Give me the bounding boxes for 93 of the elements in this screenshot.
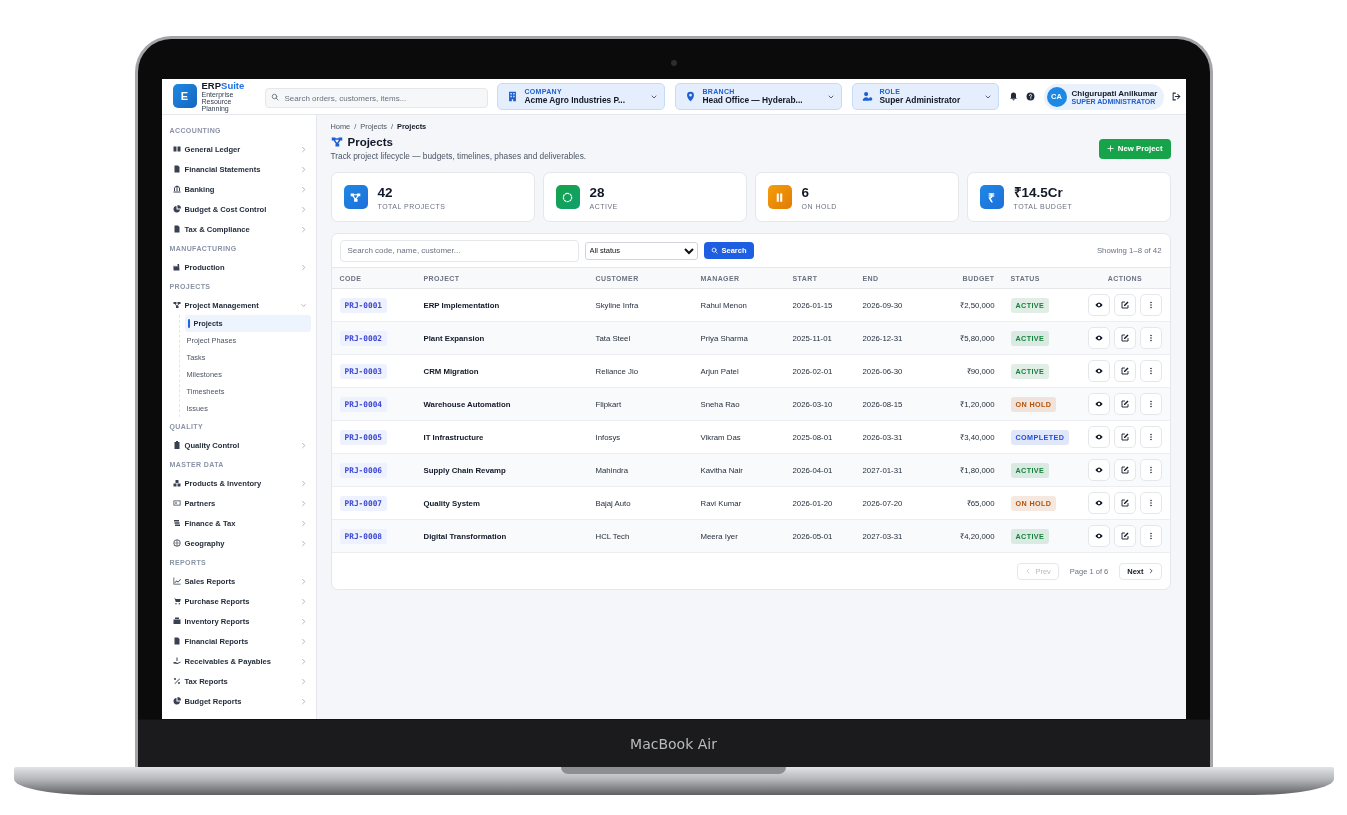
selector-value: Head Office — Hyderab... (702, 95, 804, 105)
coins-icon (172, 519, 181, 527)
selector-value: Super Administrator (879, 95, 962, 105)
edit-icon (1121, 301, 1129, 309)
line-chart-icon (172, 577, 181, 585)
pause-icon (774, 191, 785, 203)
network-icon (172, 301, 181, 309)
app-logo: E (172, 84, 197, 109)
globe-icon (172, 539, 181, 547)
view-button[interactable] (1088, 492, 1111, 514)
book-icon (172, 145, 181, 153)
search-icon (710, 247, 718, 254)
factory-icon (172, 263, 181, 271)
edit-icon (1121, 433, 1129, 441)
page-subtitle: Track project lifecycle — budgets, timelines, phases and deliverables. (330, 151, 587, 161)
eye-icon (1095, 433, 1104, 441)
logout-icon[interactable] (1172, 92, 1182, 101)
currency-symbol: ₹ (979, 185, 1004, 209)
help-icon[interactable] (1025, 92, 1035, 101)
edit-icon (1121, 367, 1129, 375)
tray-icon (172, 617, 181, 625)
eye-icon (1095, 400, 1104, 408)
bank-icon (172, 185, 181, 193)
chevron-right-icon[interactable] (299, 539, 307, 547)
map-pin-icon (684, 91, 696, 102)
boxes-icon (172, 479, 181, 487)
camera-dot (670, 60, 677, 66)
chevron-right-icon[interactable] (299, 597, 307, 605)
view-button[interactable] (1088, 360, 1111, 382)
pie-chart-icon (172, 697, 181, 705)
document-icon (172, 637, 181, 645)
chevron-right-icon[interactable] (299, 441, 307, 449)
chevron-left-icon (1025, 568, 1032, 574)
view-button[interactable] (1088, 294, 1111, 316)
chevron-right-icon[interactable] (299, 145, 307, 153)
chevron-right-icon[interactable] (299, 499, 307, 507)
chevron-right-icon[interactable] (299, 185, 307, 193)
chevron-down-icon[interactable] (299, 301, 307, 309)
network-icon (350, 191, 361, 203)
device-label: MacBook Air (630, 735, 717, 752)
page-title: Projects (347, 136, 393, 148)
clipboard-icon (172, 441, 181, 449)
plus-icon (1106, 145, 1114, 152)
chevron-right-icon[interactable] (299, 617, 307, 625)
edit-icon (1121, 466, 1129, 474)
search-icon (270, 92, 279, 101)
search-field[interactable]: Search orders, customers, items... (264, 88, 488, 108)
stat-value: 42 (377, 184, 394, 201)
search-field[interactable]: Search code, name, customer... (339, 239, 579, 262)
user-name: Chigurupati Anilkumar (1071, 88, 1158, 98)
chevron-right-icon[interactable] (299, 225, 307, 233)
view-button[interactable] (1088, 393, 1111, 415)
chevron-right-icon[interactable] (299, 677, 307, 685)
chevron-right-icon[interactable] (299, 577, 307, 585)
selector-value: Acme Agro Industries P... (524, 95, 627, 105)
eye-icon (1095, 334, 1104, 342)
pie-chart-icon (172, 205, 181, 213)
eye-icon (1095, 301, 1104, 309)
view-button[interactable] (1088, 426, 1111, 448)
app-name: ERPSuite (201, 80, 246, 91)
edit-icon (1121, 400, 1129, 408)
view-button[interactable] (1088, 525, 1111, 547)
eye-icon (1095, 367, 1104, 375)
percent-icon (172, 677, 181, 685)
edit-icon (1121, 499, 1129, 507)
eye-icon (1095, 466, 1104, 474)
building-icon (506, 91, 518, 102)
hand-icon (172, 657, 181, 665)
chevron-right-icon[interactable] (299, 697, 307, 705)
document-icon (172, 165, 181, 173)
edit-icon (1121, 532, 1129, 540)
stat-value: ₹14.5Cr (1013, 184, 1064, 201)
edit-icon (1121, 334, 1129, 342)
cart-icon (172, 597, 181, 605)
view-button[interactable] (1088, 327, 1111, 349)
eye-icon (1095, 532, 1104, 540)
chevron-right-icon (1147, 568, 1154, 574)
chevron-right-icon[interactable] (299, 165, 307, 173)
chevron-right-icon[interactable] (299, 205, 307, 213)
stat-value: 28 (589, 184, 606, 201)
eye-icon (1095, 499, 1104, 507)
chevron-right-icon[interactable] (299, 519, 307, 527)
chevron-right-icon[interactable] (299, 657, 307, 665)
bell-icon[interactable] (1008, 92, 1018, 101)
chevron-right-icon[interactable] (299, 479, 307, 487)
network-icon (330, 136, 343, 148)
view-button[interactable] (1088, 459, 1111, 481)
user-icon (861, 91, 873, 102)
document-icon (172, 225, 181, 233)
id-card-icon (172, 499, 181, 507)
stat-value: 6 (801, 184, 810, 201)
chevron-right-icon[interactable] (299, 637, 307, 645)
chevron-right-icon[interactable] (299, 263, 307, 271)
